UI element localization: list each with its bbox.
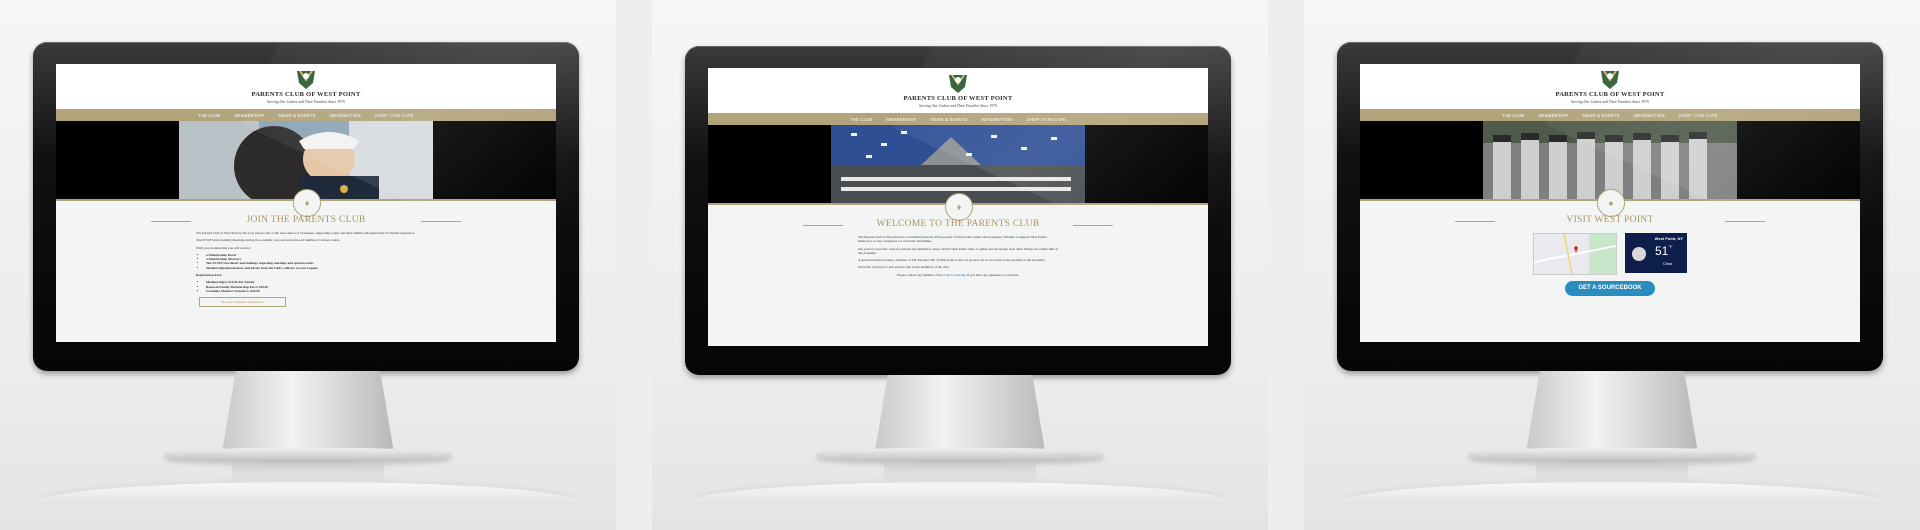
navbar: THE CLUB MEMBERSHIP NEWS & EVENTS INFORM… [56,109,556,121]
nav-item-shop[interactable]: SHOP / FUN CAFE [1679,113,1718,118]
stand-reflection [232,462,384,486]
contact-text: Please contact any member of the [897,272,943,277]
nav-item-membership[interactable]: MEMBERSHIP [234,113,264,118]
map-pin-icon: ● [1597,189,1625,217]
club-leadership-link[interactable]: Club Leadership [944,273,967,277]
weather-condition: Clear [1663,261,1673,266]
hero-photo-cadets-march [1483,121,1737,199]
hero-banner [708,125,1208,203]
page-heading: WELCOME TO THE PARENTS CLUB [708,219,1208,229]
navbar: THE CLUB MEMBERSHIP NEWS & EVENTS INFORM… [1360,109,1860,121]
widget-row: West Point, NY 51°F Clear [1360,233,1860,275]
benefits-list: a Membership Decal a Membership director… [196,253,416,270]
weather-widget: West Point, NY 51°F Clear [1625,233,1687,273]
club-emblem-icon: ♦ [293,189,321,217]
nav-item-information[interactable]: INFORMATION [1634,113,1665,118]
hero-banner [1360,121,1860,199]
monitor: PARENTS CLUB OF WEST POINT Serving Our C… [685,46,1231,375]
hero-photo-graduation [831,125,1085,203]
member-registration-button[interactable]: Proceed to Member Registration [199,297,286,308]
nav-item-news-events[interactable]: NEWS & EVENTS [1582,113,1619,118]
site-tagline: Serving Our Cadets and Their Families Si… [267,100,345,104]
site-header: PARENTS CLUB OF WEST POINT Serving Our C… [708,68,1208,113]
paragraph: The PCWP holds monthly meetings during t… [196,238,341,243]
content-body: The Parents Club of West Point is the lo… [196,231,416,308]
temperature-value: 51 [1655,244,1669,258]
site-title: PARENTS CLUB OF WEST POINT [1555,91,1665,98]
nav-item-information[interactable]: INFORMATION [982,117,1013,122]
crest-logo-icon [297,70,315,89]
nav-item-the-club[interactable]: THE CLUB [850,117,872,122]
nav-item-membership[interactable]: MEMBERSHIP [886,117,916,122]
mockup-panel-join: PARENTS CLUB OF WEST POINT Serving Our C… [0,0,616,530]
nav-item-the-club[interactable]: THE CLUB [1502,113,1524,118]
monitor-base [165,448,451,462]
mockup-panel-welcome: PARENTS CLUB OF WEST POINT Serving Our C… [652,0,1268,530]
site-header: PARENTS CLUB OF WEST POINT Serving Our C… [56,64,556,109]
nav-item-shop[interactable]: SHOP / FUN CAFE [1027,117,1066,122]
fees-heading: Registration Fees: [196,273,223,278]
paragraph: The Parents Club of West Point is the lo… [196,231,416,235]
map-widget[interactable] [1533,233,1617,275]
page-heading: JOIN THE PARENTS CLUB [56,215,556,225]
crest-logo-icon [949,74,967,93]
stand-reflection [884,462,1036,486]
site-tagline: Serving Our Cadets and Their Families Si… [919,104,997,108]
page-heading: VISIT WEST POINT [1360,215,1860,225]
monitor-base [1469,448,1755,462]
nav-item-shop[interactable]: SHOP / FUN CAFE [375,113,414,118]
paragraph: We invite everyone to join and become ac… [858,265,950,270]
nav-item-news-events[interactable]: NEWS & EVENTS [930,117,967,122]
club-emblem-icon: ♦ [945,193,973,221]
site-title: PARENTS CLUB OF WEST POINT [903,95,1013,102]
monitor-stand [1526,371,1698,453]
monitor-stand [222,371,394,453]
mockup-panel-visit: PARENTS CLUB OF WEST POINT Serving Our C… [1304,0,1920,530]
site-header: PARENTS CLUB OF WEST POINT Serving Our C… [1360,64,1860,109]
screen: PARENTS CLUB OF WEST POINT Serving Our C… [56,64,556,342]
nav-item-membership[interactable]: MEMBERSHIP [1538,113,1568,118]
monitor-stand [874,375,1046,457]
content-body: The Parents Club of West Point is a wond… [858,235,1058,277]
paragraph: The Parents Club of West Point is a wond… [858,235,1048,244]
stand-reflection [1536,462,1688,486]
hero-photo-embrace [179,121,433,199]
nav-item-news-events[interactable]: NEWS & EVENTS [278,113,315,118]
list-item: Graduate Member Transfer is $40.00 [206,289,416,293]
nav-item-the-club[interactable]: THE CLUB [198,113,220,118]
get-sourcebook-button[interactable]: GET A SOURCEBOOK [1565,281,1655,296]
monitor-base [817,448,1103,462]
temperature-unit: °F [1668,244,1673,249]
weather-location: West Point, NY [1654,236,1683,241]
weather-temperature: 51°F [1655,244,1672,258]
list-item: Membership information, and advice from … [206,266,416,270]
fees-list: Membership is $75.00 Per Family Renewal … [196,280,416,293]
paragraph: Our goal is to provide ways for parents … [858,246,1059,255]
monitor: PARENTS CLUB OF WEST POINT Serving Our C… [1337,42,1883,371]
moon-icon [1632,247,1646,261]
monitor: PARENTS CLUB OF WEST POINT Serving Our C… [33,42,579,371]
nav-item-information[interactable]: INFORMATION [330,113,361,118]
site-title: PARENTS CLUB OF WEST POINT [251,91,361,98]
site-tagline: Serving Our Cadets and Their Families Si… [1571,100,1649,104]
screen: PARENTS CLUB OF WEST POINT Serving Our C… [708,68,1208,346]
navbar: THE CLUB MEMBERSHIP NEWS & EVENTS INFORM… [708,113,1208,125]
screen: PARENTS CLUB OF WEST POINT Serving Our C… [1360,64,1860,342]
contact-text: if you have any questions or concerns. [966,272,1019,277]
paragraph: A special benefit of being a member of T… [858,258,1046,263]
hero-banner [56,121,556,199]
benefits-intro: With your membership you will receive: [196,245,251,250]
contact-line: Please contact any member of the Club Le… [858,273,1058,277]
crest-logo-icon [1601,70,1619,89]
